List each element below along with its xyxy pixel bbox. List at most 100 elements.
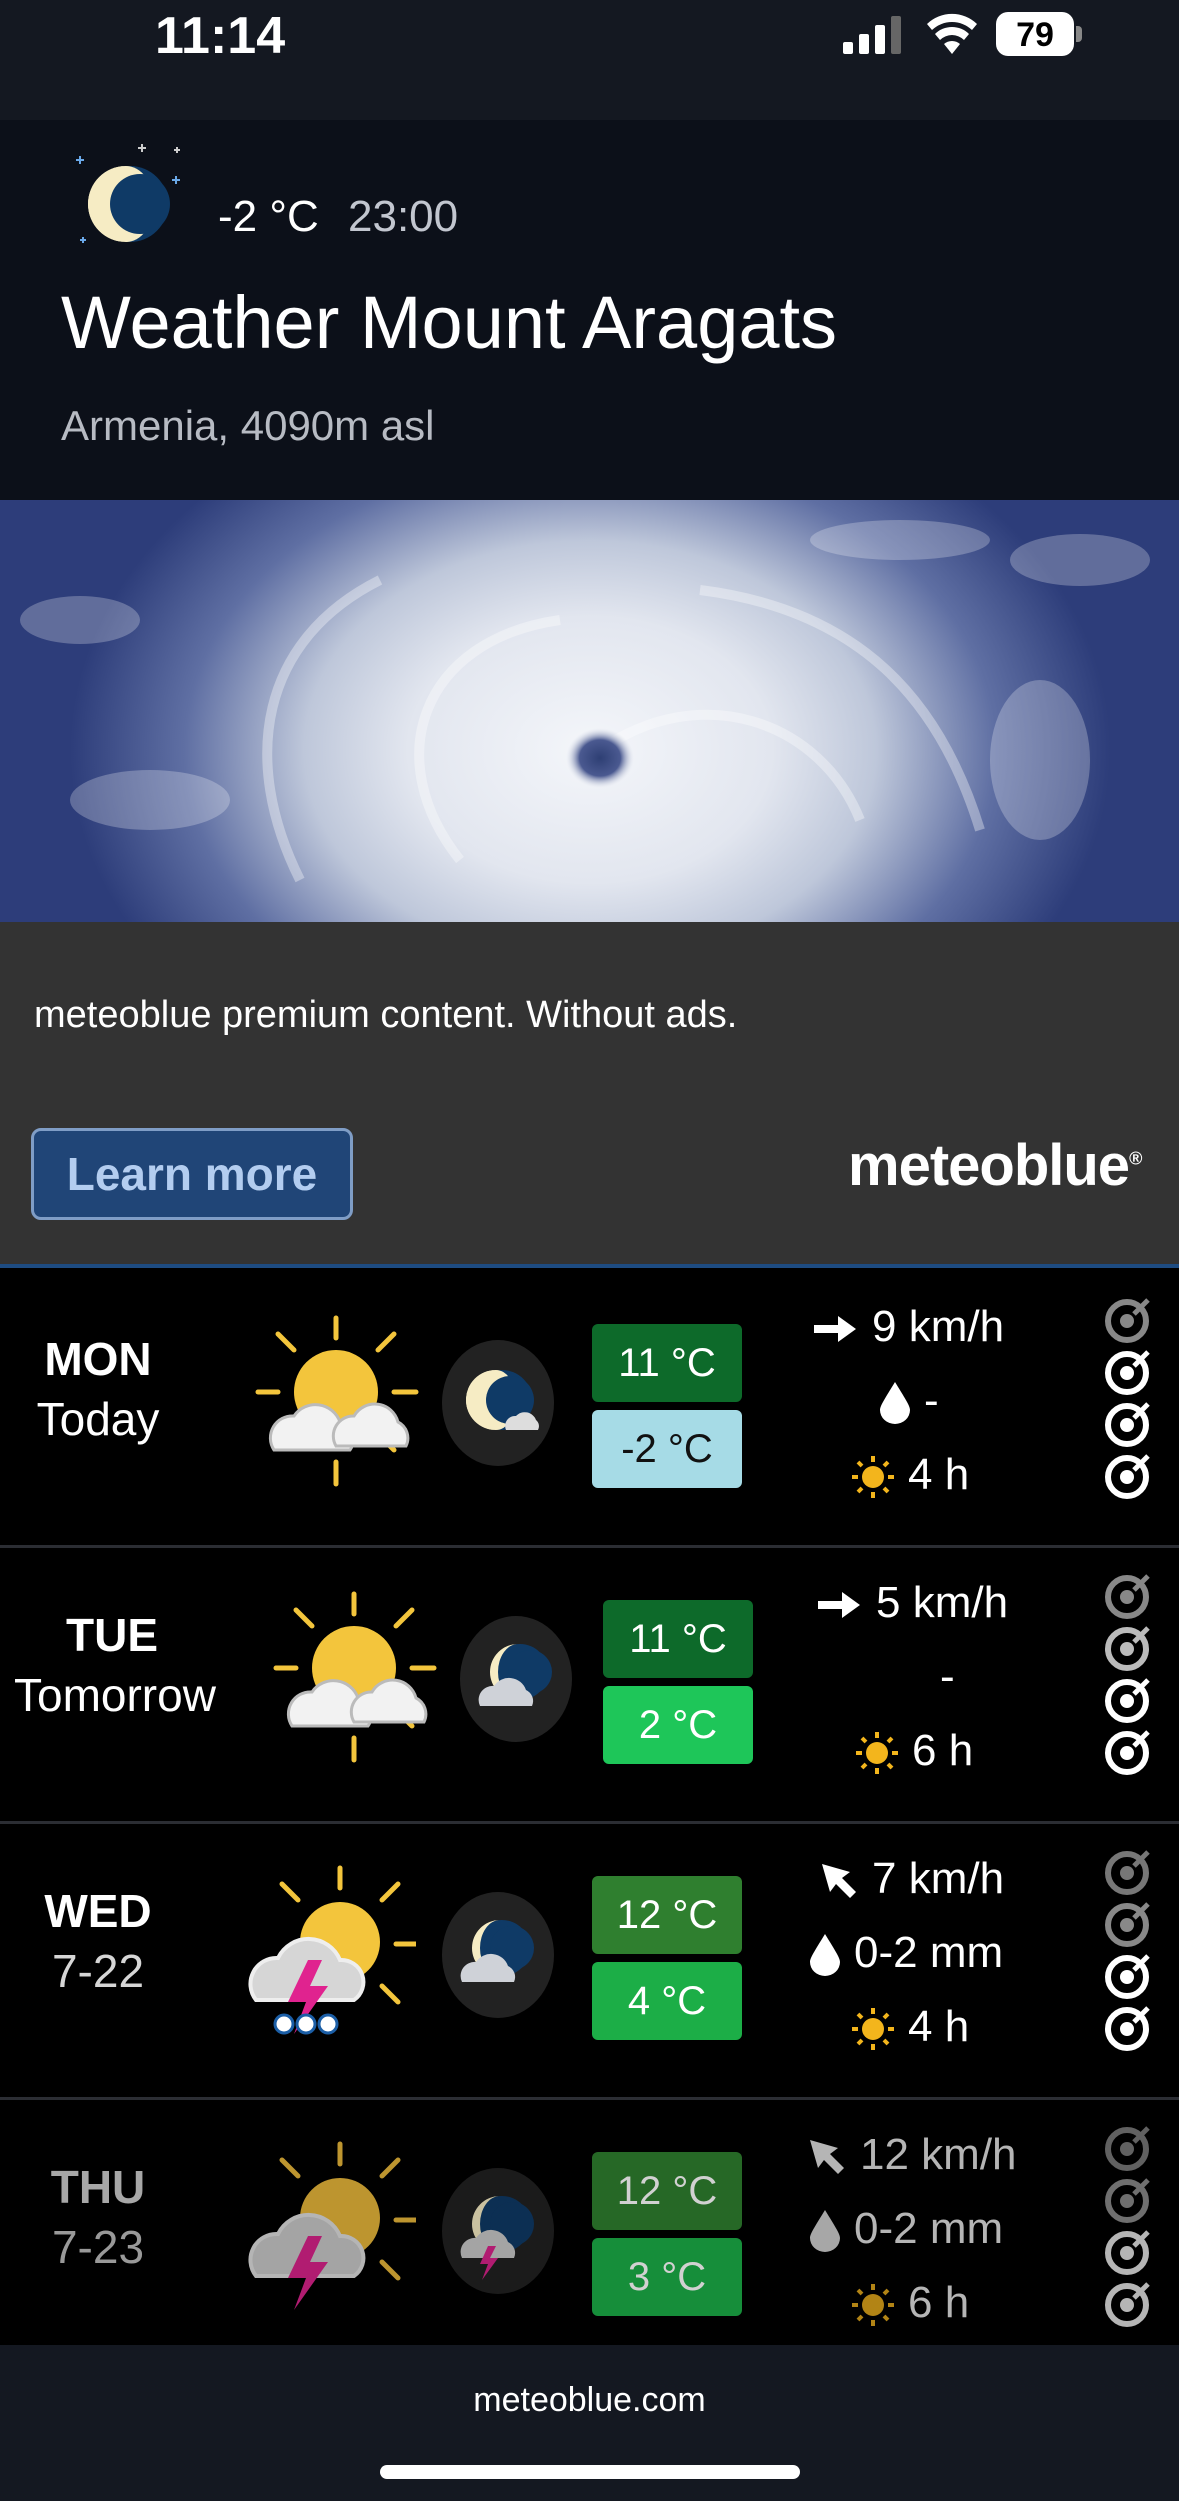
forecast-list: MON Today 11 °C -2 °C 9 km/h - 4 h TUE T… [0,1272,1179,2345]
moon-cloud-icon [460,1616,572,1742]
hurricane-satellite-image [0,500,1179,922]
predictability-icon [1105,2178,1150,2223]
forecast-row-mon[interactable]: MON Today 11 °C -2 °C 9 km/h - 4 h [0,1272,1179,1548]
arrow-northwest-icon [810,2140,844,2175]
day-name: TUE [66,1609,158,1661]
arrow-right-icon [818,1592,860,1619]
predictability-icon [1105,2282,1150,2327]
temp-max-badge: 12 °C [592,1876,742,1954]
predictability-icon [1105,2126,1150,2171]
learn-more-button[interactable]: Learn more [31,1128,353,1220]
temp-min-badge: -2 °C [592,1410,742,1488]
predictability-icon [1105,1402,1150,1447]
forecast-row-thu[interactable]: THU 7-23 12 °C 3 °C 12 km/h 0-2 mm 6 h [0,2100,1179,2345]
sunshine-hours: 6 h [908,2278,970,2327]
predictability-icons [1104,1850,1152,2058]
temp-min: 2 °C [638,1702,718,1747]
temp-min-badge: 3 °C [592,2238,742,2316]
page-title: Weather Mount Aragats [61,281,838,364]
home-indicator[interactable] [380,2465,800,2479]
wind-info: 5 km/h [816,1578,1008,1628]
temp-max: 12 °C [616,2168,718,2213]
sun-clouds-icon [273,1591,437,1763]
location-header: -2 °C 23:00 Weather Mount Aragats Armeni… [0,120,1179,500]
status-time: 11:14 [155,7,286,65]
predictability-icon [1105,1850,1150,1895]
raindrop-icon [880,1382,910,1425]
sunshine-info: 6 h [852,2278,969,2328]
precipitation-amount: - [940,1652,955,1701]
sun-icon [852,2284,894,2327]
location-subtitle: Armenia, 4090m asl [61,402,435,449]
precipitation-amount: 0-2 mm [854,2204,1004,2253]
day-date: 7-22 [51,1945,145,1997]
browser-footer: meteoblue.com [0,2345,1179,2501]
wind-speed: 7 km/h [872,1854,1005,1903]
predictability-icon [1105,1350,1150,1395]
wind-speed: 12 km/h [860,2130,1017,2179]
raindrop-icon [810,2210,840,2253]
thunderstorm-rain-icon [248,1865,416,2035]
promo-text: meteoblue premium content. Without ads. [34,994,738,1036]
temp-max: 11 °C [629,1616,727,1661]
day-name: THU [50,2161,146,2213]
predictability-icons [1104,2126,1152,2334]
predictability-icon [1105,2230,1150,2275]
day-date: 7-23 [51,2221,145,2273]
brand-name: meteoblue [848,1133,1130,1198]
sun-icon [852,1456,894,1499]
predictability-icon [1105,1298,1150,1343]
temp-max: 12 °C [616,1892,718,1937]
thunderstorm-icon [248,2141,416,2310]
current-time: 23:00 [348,192,459,241]
wind-info: 9 km/h [812,1302,1004,1352]
arrow-right-icon [814,1316,856,1343]
meteoblue-logo[interactable]: meteoblue® [848,1132,1142,1199]
current-temperature: -2 °C [218,192,319,241]
precipitation-info: - [880,1376,939,1426]
sunshine-info: 4 h [852,1450,969,1500]
wind-info: 7 km/h [820,1854,1004,1904]
predictability-icon [1105,1954,1150,1999]
status-bar: 11:14 79 [0,0,1179,120]
sunshine-info: 6 h [856,1726,973,1776]
forecast-row-wed[interactable]: WED 7-22 12 °C 4 °C 7 km/h 0-2 mm 4 h [0,1824,1179,2100]
sunshine-hours: 6 h [912,1726,974,1775]
day-name: MON [44,1333,152,1385]
raindrop-icon [810,1934,840,1977]
sunshine-hours: 4 h [908,1450,970,1499]
site-url[interactable]: meteoblue.com [0,2381,1179,2420]
day-date: Today [36,1393,160,1445]
sun-clouds-icon [255,1315,419,1487]
precipitation-info: - [940,1652,955,1702]
moon-cloud-icon [442,1340,554,1466]
temp-min-badge: 4 °C [592,1962,742,2040]
temp-min: -2 °C [621,1426,713,1471]
cellular-signal-icon [843,16,901,54]
temp-max-badge: 11 °C [603,1600,753,1678]
sun-icon [856,1732,898,1775]
wind-speed: 5 km/h [876,1578,1009,1627]
predictability-icon [1105,1574,1150,1619]
predictability-icon [1105,1730,1150,1775]
day-date: Tomorrow [14,1669,216,1721]
wifi-icon [927,13,977,54]
battery-icon: 79 [996,12,1082,56]
predictability-icons [1104,1298,1152,1506]
wind-speed: 9 km/h [872,1302,1005,1351]
forecast-row-tue[interactable]: TUE Tomorrow 11 °C 2 °C 5 km/h - 6 h [0,1548,1179,1824]
temp-min-badge: 2 °C [603,1686,753,1764]
temp-max: 11 °C [618,1340,716,1385]
precipitation-info: 0-2 mm [810,1928,1003,1978]
predictability-icon [1105,2006,1150,2051]
sun-icon [852,2008,894,2051]
sunshine-info: 4 h [852,2002,969,2052]
sunshine-hours: 4 h [908,2002,970,2051]
premium-promo-banner: meteoblue premium content. Without ads. … [0,922,1179,1268]
predictability-icons [1104,1574,1152,1782]
predictability-icon [1105,1902,1150,1947]
moon-clear-night-icon [76,144,180,243]
temp-max-badge: 11 °C [592,1324,742,1402]
battery-level: 79 [1016,16,1054,54]
wind-info: 12 km/h [808,2130,1017,2180]
